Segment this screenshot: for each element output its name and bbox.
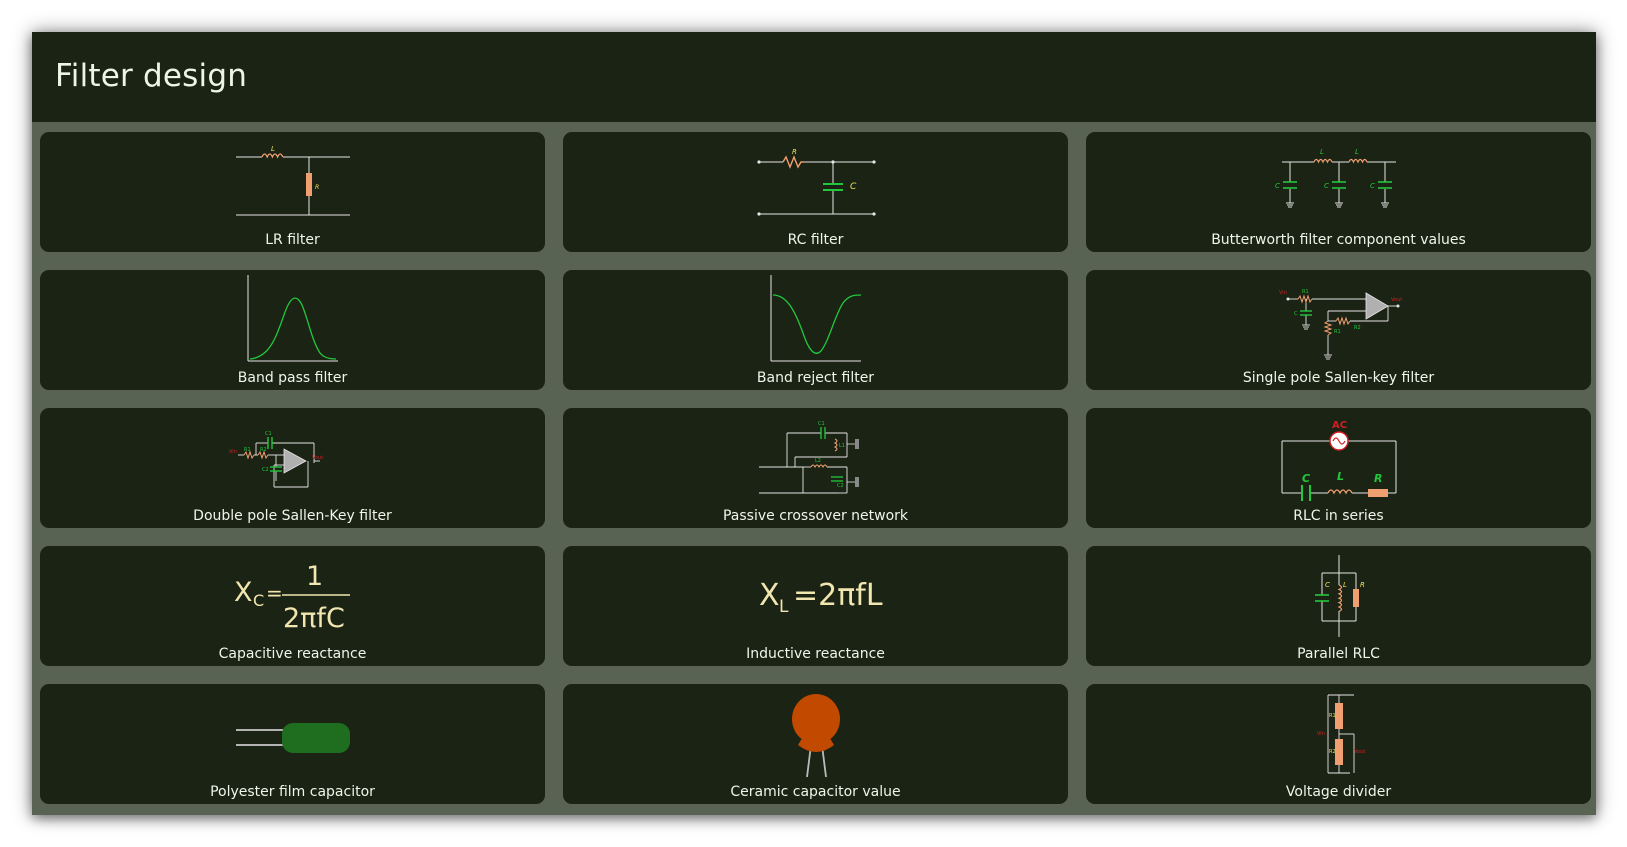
menu-card-label: Capacitive reactance [218,646,367,662]
app-window: Filter design L R LR filter R C RC filte… [32,32,1596,815]
menu-card-voltage-divider[interactable]: R1 R2 Vin Vout Voltage divider [1086,684,1591,804]
butterworth-filter-icon: L L C C C [1275,148,1396,208]
menu-card-band-reject-filter[interactable]: Band reject filter [563,270,1068,390]
menu-card-label: Single pole Sallen-key filter [1242,370,1435,386]
lr-filter-icon: L R [235,145,350,216]
svg-text:C: C [850,182,857,192]
menu-card-label: Band reject filter [756,370,875,386]
svg-text:C: C [1325,581,1330,589]
svg-text:=: = [266,581,283,605]
svg-text:R1: R1 [244,447,251,453]
svg-text:X: X [234,577,253,608]
svg-text:C: C [1324,182,1329,190]
filter-menu-grid: L R LR filter R C RC filter L L C C C Bu… [40,132,1591,804]
svg-text:L2: L2 [815,458,821,464]
svg-text:L1: L1 [839,443,845,449]
svg-text:R1: R1 [1302,289,1309,295]
svg-text:R: R [1360,581,1365,589]
svg-text:R2: R2 [1329,749,1336,755]
svg-text:R1: R1 [1329,713,1336,719]
svg-text:=2πfL: =2πfL [793,578,883,613]
film-capacitor-icon [235,723,350,753]
svg-text:L: L [1355,148,1359,156]
svg-text:1: 1 [306,561,323,592]
svg-text:C: C [253,591,264,610]
page-title: Filter design [55,58,248,94]
menu-card-label: RC filter [787,232,844,248]
svg-text:R: R [792,148,797,156]
voltage-divider-icon: R1 R2 Vin Vout [1317,694,1365,774]
menu-card-parallel-rlc[interactable]: C L R Parallel RLC [1086,546,1591,666]
menu-card-label: Double pole Sallen-Key filter [193,508,392,524]
svg-text:L: L [271,145,275,153]
menu-card-inductive-reactance[interactable]: X L =2πfL Inductive reactance [563,546,1068,666]
svg-text:R2: R2 [260,447,267,453]
menu-card-label: Butterworth filter component values [1211,232,1466,248]
svg-text:Vout: Vout [1391,297,1402,303]
svg-text:L: L [779,597,789,617]
menu-card-rc-filter[interactable]: R C RC filter [563,132,1068,252]
menu-card-capacitive-reactance[interactable]: X C = 1 2πfC Capacitive reactance [40,546,545,666]
rlc-series-icon: C L R AC [1281,420,1396,501]
svg-text:L: L [1343,581,1347,589]
menu-card-label: Inductive reactance [746,646,885,662]
svg-text:R: R [1374,472,1382,485]
menu-card-label: Ceramic capacitor value [730,784,901,800]
menu-card-label: Band pass filter [237,370,348,386]
menu-card-label: RLC in series [1293,508,1384,524]
svg-text:Vout: Vout [312,455,323,461]
menu-card-label: Passive crossover network [722,508,909,524]
menu-card-label: LR filter [265,232,320,248]
svg-text:Vin: Vin [229,449,237,455]
svg-text:L: L [1337,470,1344,483]
ceramic-capacitor-icon [791,694,840,777]
inductive-reactance-formula-icon: X L =2πfL [759,578,883,617]
svg-text:C2: C2 [837,483,844,489]
capacitive-reactance-formula-icon: X C = 1 2πfC [234,561,350,634]
svg-text:C2: C2 [262,467,269,473]
menu-card-band-pass-filter[interactable]: Band pass filter [40,270,545,390]
svg-text:Vout: Vout [1354,749,1365,755]
svg-text:C1: C1 [818,421,825,427]
menu-card-passive-crossover[interactable]: C1 L2 L1 C2 Passive crossover network [563,408,1068,528]
svg-text:R: R [315,184,319,191]
crossover-network-icon: C1 L2 L1 C2 [758,421,859,494]
svg-text:C1: C1 [265,431,272,437]
svg-text:L: L [1320,148,1324,156]
menu-card-label: Parallel RLC [1297,646,1380,662]
menu-card-lr-filter[interactable]: L R LR filter [40,132,545,252]
svg-text:R1: R1 [1334,329,1341,335]
single-pole-sallen-key-icon: Vin Vout R1 C R1 R2 [1279,289,1402,360]
band-reject-curve-icon [770,275,861,362]
svg-text:Vin: Vin [1317,731,1325,737]
svg-text:AC: AC [1332,420,1347,431]
rc-filter-icon: R C [756,148,876,216]
menu-card-ceramic-capacitor[interactable]: Ceramic capacitor value [563,684,1068,804]
svg-text:2πfC: 2πfC [283,603,345,634]
svg-text:C: C [1275,182,1280,190]
menu-card-butterworth-filter[interactable]: L L C C C Butterworth filter component v… [1086,132,1591,252]
menu-card-polyester-film-capacitor[interactable]: Polyester film capacitor [40,684,545,804]
menu-card-rlc-series[interactable]: C L R AC RLC in series [1086,408,1591,528]
svg-text:C: C [1302,472,1310,485]
svg-text:Vin: Vin [1279,290,1287,296]
double-pole-sallen-key-icon: Vin Vout R1 R2 C1 C2 [229,431,323,488]
menu-card-double-pole-sallen-key[interactable]: Vin Vout R1 R2 C1 C2 Double pole Sallen-… [40,408,545,528]
menu-card-single-pole-sallen-key[interactable]: Vin Vout R1 C R1 R2 Single pole Sallen-k… [1086,270,1591,390]
svg-text:X: X [759,578,780,613]
parallel-rlc-icon: C L R [1314,555,1365,637]
menu-card-label: Polyester film capacitor [210,784,375,800]
svg-text:C: C [1370,182,1375,190]
band-pass-curve-icon [247,275,338,362]
menu-card-label: Voltage divider [1285,784,1392,800]
svg-text:C: C [1294,311,1298,317]
app-header: Filter design [32,32,1596,122]
svg-text:R2: R2 [1354,325,1361,331]
